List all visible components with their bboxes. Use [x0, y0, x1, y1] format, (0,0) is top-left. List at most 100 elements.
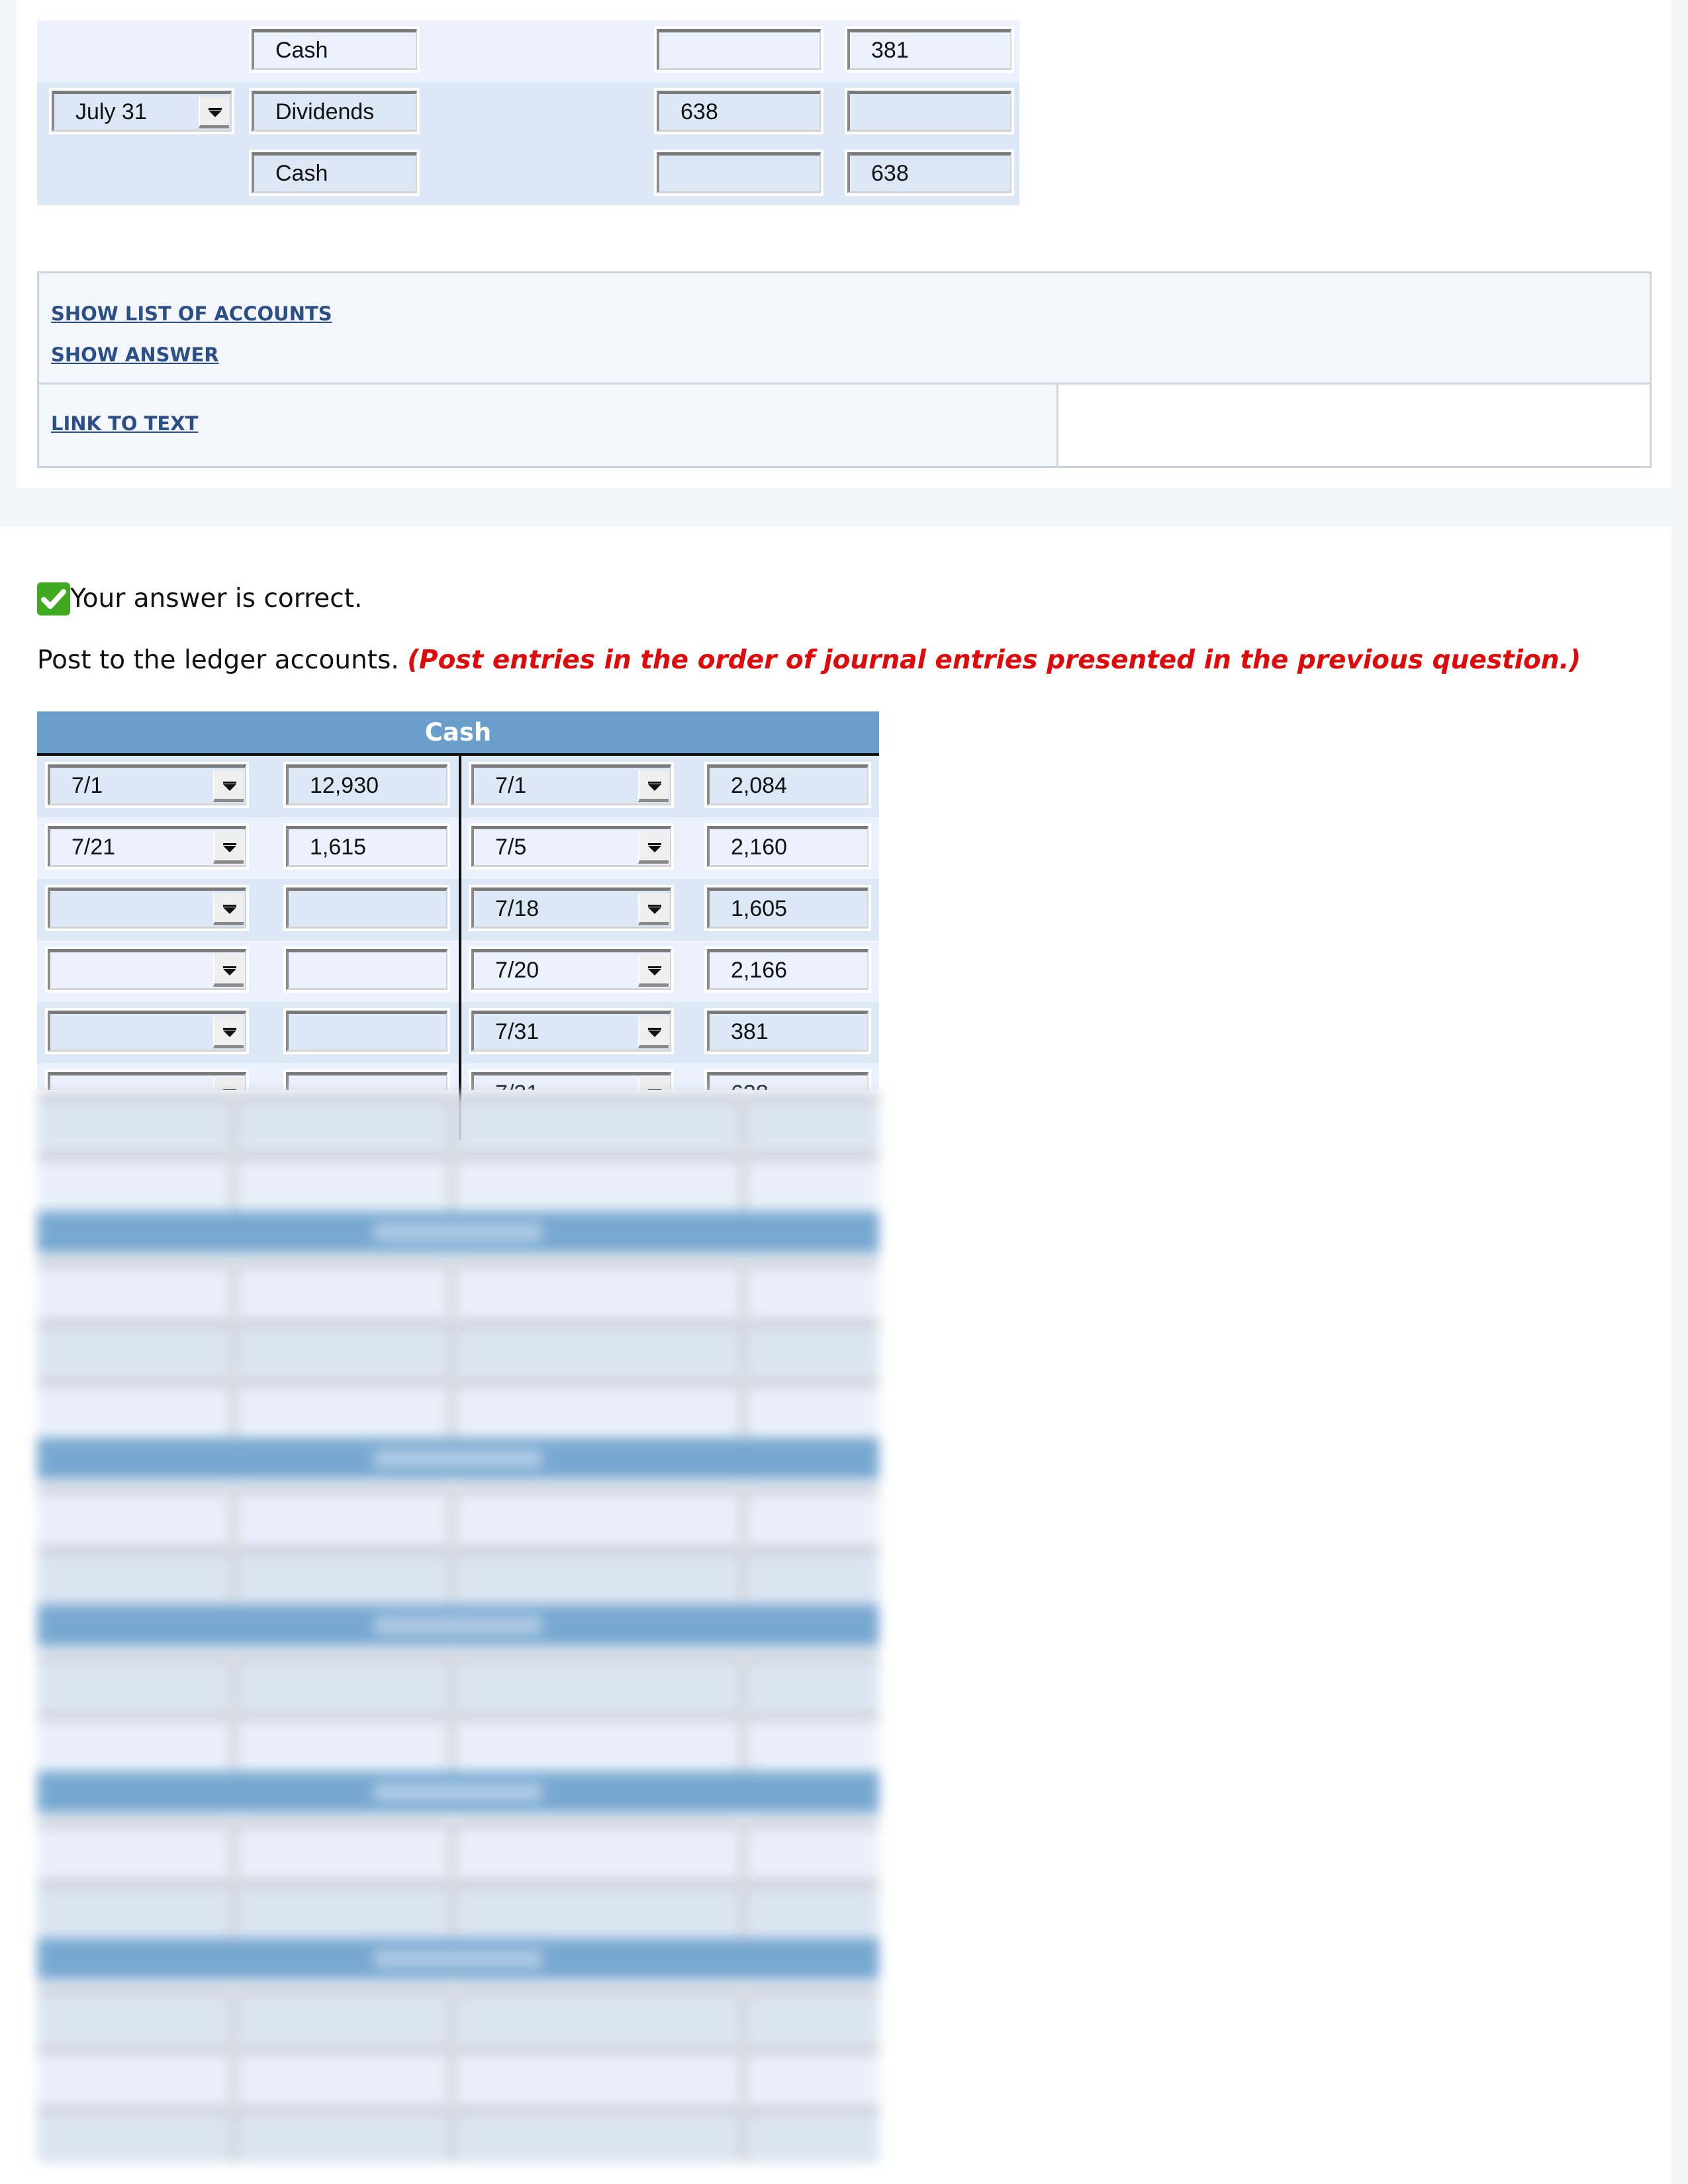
chevron-down-icon[interactable]	[199, 97, 229, 128]
account-field[interactable]: Cash	[249, 26, 420, 73]
account-field[interactable]: Dividends	[249, 88, 420, 134]
blurred-column-edge	[447, 1711, 457, 1770]
chevron-down-icon[interactable]	[213, 832, 244, 864]
credit-amount-field[interactable]: 2,084	[704, 762, 871, 808]
debit-date-select[interactable]	[45, 885, 249, 931]
credit-amount-field[interactable]: 2,166	[704, 946, 871, 993]
blurred-row-border	[37, 1092, 879, 1101]
debit-amount-field[interactable]: 1,615	[283, 823, 450, 870]
journal-row: Cash 638	[37, 144, 1019, 205]
chevron-down-icon[interactable]	[213, 770, 244, 802]
show-list-of-accounts-link[interactable]: SHOW LIST OF ACCOUNTS	[51, 302, 332, 325]
credit-date-select[interactable]: 7/5	[469, 823, 674, 870]
blurred-column-edge	[447, 2045, 457, 2103]
chevron-down-icon[interactable]	[213, 1017, 244, 1048]
blurred-column-edge	[447, 1378, 457, 1436]
journal-row: Cash 381	[37, 21, 1019, 82]
ledger-cash: Cash 7/1 12,930 7/1 2,084 7/21 1,615 7/5 2,160 7…	[37, 711, 879, 1140]
blurred-column-edge	[739, 1819, 748, 1877]
debit-field[interactable]	[654, 26, 823, 73]
show-answer-link[interactable]: SHOW ANSWER	[51, 343, 219, 366]
blurred-column-edge	[229, 2045, 238, 2103]
blurred-column-edge	[229, 1092, 238, 1150]
blurred-title	[373, 1950, 543, 1968]
chevron-down-icon[interactable]	[638, 893, 669, 925]
credit-date-select[interactable]: 7/20	[469, 946, 674, 993]
blurred-column-edge	[447, 1878, 457, 1936]
credit-amount-field[interactable]: 1,605	[704, 885, 871, 931]
debit-amount-field[interactable]: 12,930	[283, 762, 450, 808]
debit-amount-field[interactable]	[283, 1069, 450, 1090]
debit-field[interactable]	[654, 150, 823, 196]
blurred-column-edge	[739, 1152, 748, 1210]
ledger-row: 7/31 638	[37, 1064, 879, 1090]
chevron-down-icon[interactable]	[638, 770, 669, 802]
debit-date-select[interactable]	[45, 946, 249, 993]
resources-top: SHOW LIST OF ACCOUNTS SHOW ANSWER	[39, 273, 1650, 385]
credit-field[interactable]: 638	[845, 150, 1014, 196]
blurred-column-edge	[739, 1092, 748, 1150]
credit-date-select[interactable]: 7/1	[469, 762, 674, 808]
blurred-row-border	[37, 1485, 879, 1494]
chevron-down-icon[interactable]	[638, 955, 669, 987]
blurred-column-edge	[229, 1652, 238, 1710]
chevron-down-icon[interactable]	[213, 893, 244, 925]
credit-date-select-value: 7/20	[495, 958, 539, 983]
chevron-down-icon[interactable]	[213, 955, 244, 987]
credit-amount-field[interactable]: 381	[704, 1008, 871, 1054]
blurred-column-edge	[739, 1878, 748, 1936]
credit-date-select[interactable]: 7/31	[469, 1008, 674, 1054]
debit-amount-field[interactable]	[283, 946, 450, 993]
chevron-down-icon[interactable]	[638, 832, 669, 864]
blurred-column-edge	[447, 1318, 457, 1377]
debit-date-select[interactable]: 7/21	[45, 823, 249, 870]
blurred-column-edge	[739, 1485, 748, 1543]
blurred-ledger-row	[37, 1985, 879, 2044]
journal-row: July 31 Dividends 638	[37, 82, 1019, 144]
blurred-column-edge	[229, 1378, 238, 1436]
blurred-ledger-header	[37, 1211, 879, 1253]
credit-amount-field[interactable]: 638	[704, 1069, 871, 1090]
debit-amount-field[interactable]	[283, 1008, 450, 1054]
credit-amount-field[interactable]: 2,160	[704, 823, 871, 870]
account-field[interactable]: Cash	[249, 150, 420, 196]
credit-field[interactable]: 381	[845, 26, 1014, 73]
blurred-column-edge	[229, 2105, 238, 2163]
blurred-row-border	[37, 2045, 879, 2054]
chevron-down-icon[interactable]	[213, 1078, 244, 1090]
blurred-ledger-row	[37, 1152, 879, 1210]
date-select-value: July 31	[75, 99, 147, 124]
debit-date-select[interactable]	[45, 1069, 249, 1090]
ledger-rows: 7/1 12,930 7/1 2,084 7/21 1,615 7/5 2,160 7/18 1,…	[37, 756, 879, 1090]
blurred-ledger-accounts	[26, 1092, 894, 2164]
blurred-row-border	[37, 1985, 879, 1995]
blurred-column-edge	[739, 2045, 748, 2103]
blurred-column-edge	[739, 1545, 748, 1603]
credit-date-select[interactable]: 7/18	[469, 885, 674, 931]
debit-date-select[interactable]: 7/1	[45, 762, 249, 808]
date-select[interactable]: July 31	[49, 88, 234, 134]
chevron-down-icon[interactable]	[638, 1017, 669, 1048]
instruction-note: (Post entries in the order of journal en…	[407, 645, 1581, 675]
blurred-ledger-header	[37, 1938, 879, 1980]
link-to-text[interactable]: LINK TO TEXT	[51, 412, 198, 435]
instruction-text: Post to the ledger accounts.	[37, 645, 399, 675]
credit-date-select[interactable]: 7/31	[469, 1069, 674, 1090]
t-account-divider	[459, 756, 461, 1140]
blurred-row-border	[37, 1819, 879, 1828]
debit-date-select[interactable]	[45, 1008, 249, 1054]
blurred-row-border	[37, 1878, 879, 1888]
blurred-column-edge	[739, 1259, 748, 1317]
chevron-down-icon[interactable]	[638, 1078, 669, 1090]
blurred-row-border	[37, 1318, 879, 1328]
credit-field[interactable]	[845, 88, 1014, 134]
debit-amount-field[interactable]	[283, 885, 450, 931]
blurred-row-border	[37, 1652, 879, 1661]
debit-field[interactable]: 638	[654, 88, 823, 134]
blurred-column-edge	[229, 1985, 238, 2044]
resources-bottom-right	[1058, 385, 1650, 466]
instruction: Post to the ledger accounts. (Post entri…	[37, 645, 1581, 675]
blurred-ledger-header	[37, 1771, 879, 1813]
blurred-ledger-row	[37, 2105, 879, 2163]
blurred-column-edge	[739, 2105, 748, 2163]
